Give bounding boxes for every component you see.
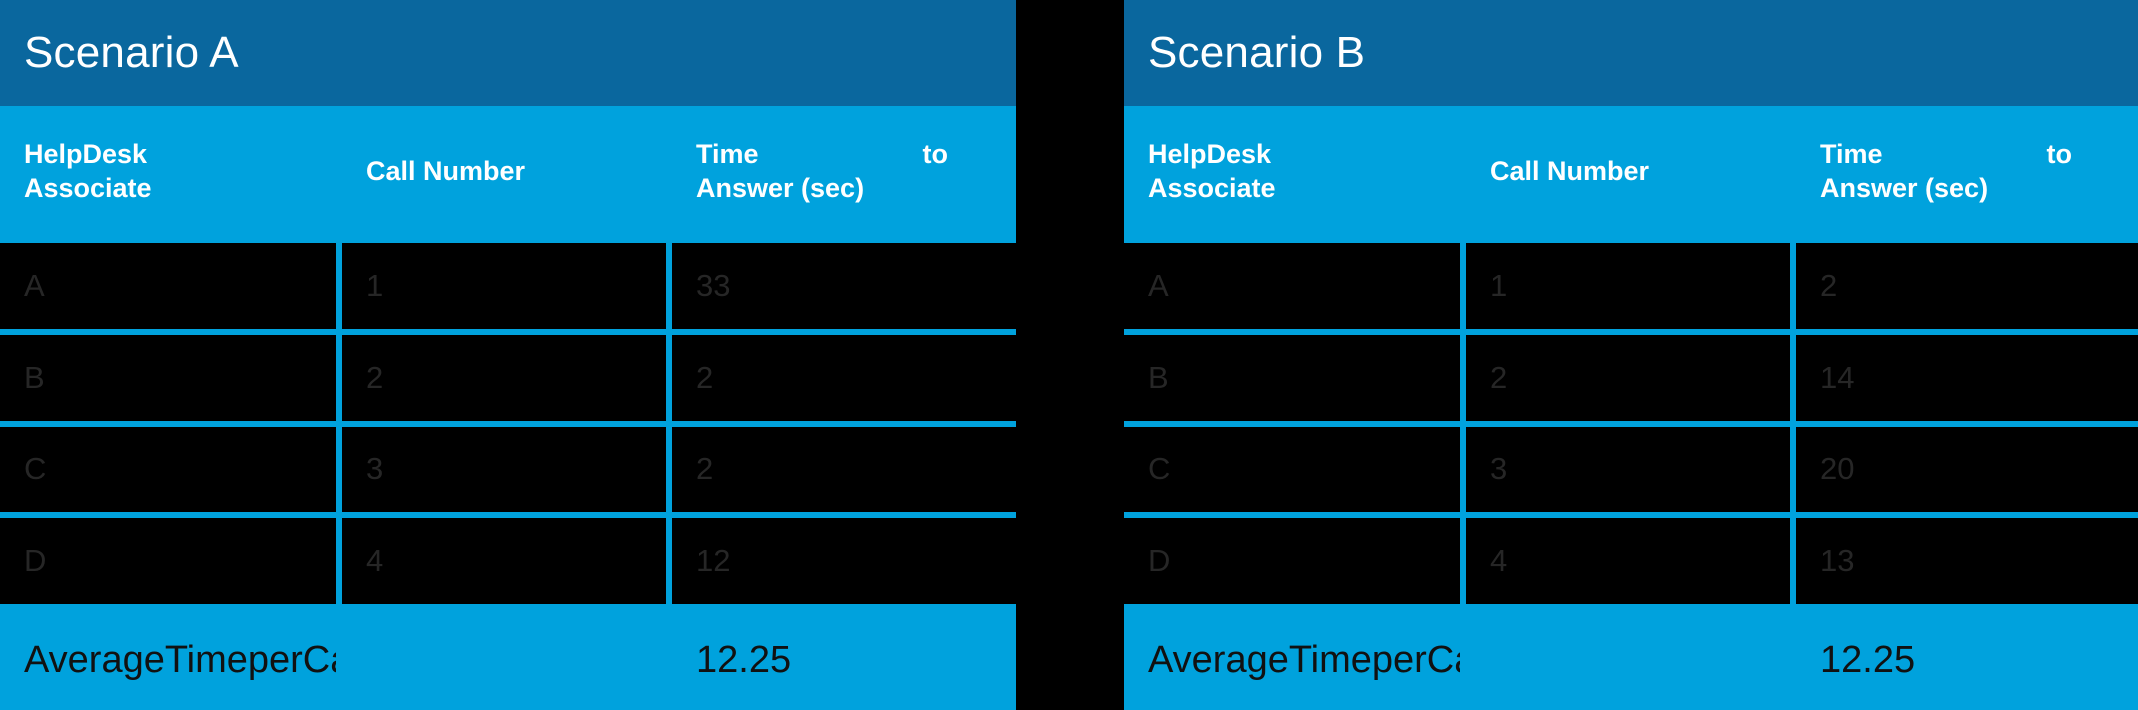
cell-time-to-answer: 12 xyxy=(672,518,1016,604)
table-row[interactable]: C 3 2 xyxy=(0,426,1016,513)
scenario-b-body: A 1 2 B 2 14 C 3 20 D 4 13 xyxy=(1124,237,2138,610)
cell-associate: D xyxy=(1124,518,1460,604)
scenario-b-footer-row: AverageTimeperCall 12.25 xyxy=(1124,610,2138,710)
column-header-call-number-label: Call Number xyxy=(1490,155,1650,186)
table-row[interactable]: B 2 14 xyxy=(1124,334,2138,421)
table-row[interactable]: A 1 33 xyxy=(0,243,1016,329)
cell-associate: A xyxy=(1124,243,1460,329)
scenario-a-footer-row: AverageTimeperCall 12.25 xyxy=(0,610,1016,710)
column-header-call-number: Call Number xyxy=(1466,106,1790,237)
column-header-time-to-answer: Time to Answer (sec) xyxy=(672,106,1016,237)
cell-associate: A xyxy=(0,243,336,329)
column-header-helpdesk-associate-line1: HelpDesk xyxy=(1148,138,1272,169)
scenario-a-header-row: HelpDesk Associate Call Number Time to A… xyxy=(0,106,1016,237)
cell-time-to-answer: 14 xyxy=(1796,334,2138,421)
table-row[interactable]: C 3 20 xyxy=(1124,426,2138,513)
footer-value-average-time-per-call: 12.25 xyxy=(1796,610,2138,710)
cell-associate: B xyxy=(0,334,336,421)
cell-call-number: 1 xyxy=(1466,243,1790,329)
cell-call-number: 4 xyxy=(1466,518,1790,604)
cell-time-to-answer: 2 xyxy=(672,426,1016,513)
column-header-call-number-label: Call Number xyxy=(366,155,526,186)
scenario-b-title-bar: Scenario B xyxy=(1124,0,2138,106)
cell-call-number: 2 xyxy=(1466,334,1790,421)
cell-call-number: 3 xyxy=(342,426,666,513)
cell-associate: C xyxy=(0,426,336,513)
scenario-b-title: Scenario B xyxy=(1148,28,1366,77)
column-header-time-to-answer-line1b: to xyxy=(922,138,948,169)
table-row[interactable]: D 4 12 xyxy=(0,518,1016,604)
scenario-a-body: A 1 33 B 2 2 C 3 2 D 4 12 xyxy=(0,237,1016,610)
footer-label-average-time-per-call: AverageTimeperCall xyxy=(1124,610,1460,710)
column-header-helpdesk-associate-line2: Associate xyxy=(24,172,152,203)
table-row[interactable]: B 2 2 xyxy=(0,334,1016,421)
cell-time-to-answer: 2 xyxy=(1796,243,2138,329)
slide-canvas: Scenario A HelpDesk Associate Call Numbe… xyxy=(0,0,2138,710)
scenario-a-title: Scenario A xyxy=(24,28,239,77)
cell-time-to-answer: 13 xyxy=(1796,518,2138,604)
cell-call-number: 3 xyxy=(1466,426,1790,513)
column-header-time-to-answer-line2: Answer (sec) xyxy=(1820,172,1989,203)
scenario-b-header-row: HelpDesk Associate Call Number Time to A… xyxy=(1124,106,2138,237)
column-header-call-number: Call Number xyxy=(342,106,666,237)
column-header-helpdesk-associate: HelpDesk Associate xyxy=(1124,106,1460,237)
table-row[interactable]: A 1 2 xyxy=(1124,243,2138,329)
cell-call-number: 1 xyxy=(342,243,666,329)
table-row[interactable]: D 4 13 xyxy=(1124,518,2138,604)
column-header-helpdesk-associate-line2: Associate xyxy=(1148,172,1276,203)
cell-associate: D xyxy=(0,518,336,604)
scenario-a-table: Scenario A HelpDesk Associate Call Numbe… xyxy=(0,0,1016,710)
column-header-helpdesk-associate-line1: HelpDesk xyxy=(24,138,148,169)
scenario-a-title-bar: Scenario A xyxy=(0,0,1016,106)
cell-time-to-answer: 20 xyxy=(1796,426,2138,513)
cell-associate: C xyxy=(1124,426,1460,513)
footer-label-average-time-per-call: AverageTimeperCall xyxy=(0,610,336,710)
cell-call-number: 4 xyxy=(342,518,666,604)
scenario-b-table: Scenario B HelpDesk Associate Call Numbe… xyxy=(1124,0,2138,710)
cell-associate: B xyxy=(1124,334,1460,421)
column-header-time-to-answer-line1: Time xyxy=(696,138,759,169)
cell-call-number: 2 xyxy=(342,334,666,421)
column-header-time-to-answer-line1: Time xyxy=(1820,138,1883,169)
cell-time-to-answer: 33 xyxy=(672,243,1016,329)
column-header-time-to-answer-line2: Answer (sec) xyxy=(696,172,865,203)
panel-gutter xyxy=(1016,0,1124,710)
column-header-time-to-answer: Time to Answer (sec) xyxy=(1796,106,2138,237)
footer-spacer-cell xyxy=(342,610,666,710)
footer-spacer-cell xyxy=(1466,610,1790,710)
column-header-time-to-answer-line1b: to xyxy=(2046,138,2072,169)
footer-value-average-time-per-call: 12.25 xyxy=(672,610,1016,710)
column-header-helpdesk-associate: HelpDesk Associate xyxy=(0,106,336,237)
cell-time-to-answer: 2 xyxy=(672,334,1016,421)
